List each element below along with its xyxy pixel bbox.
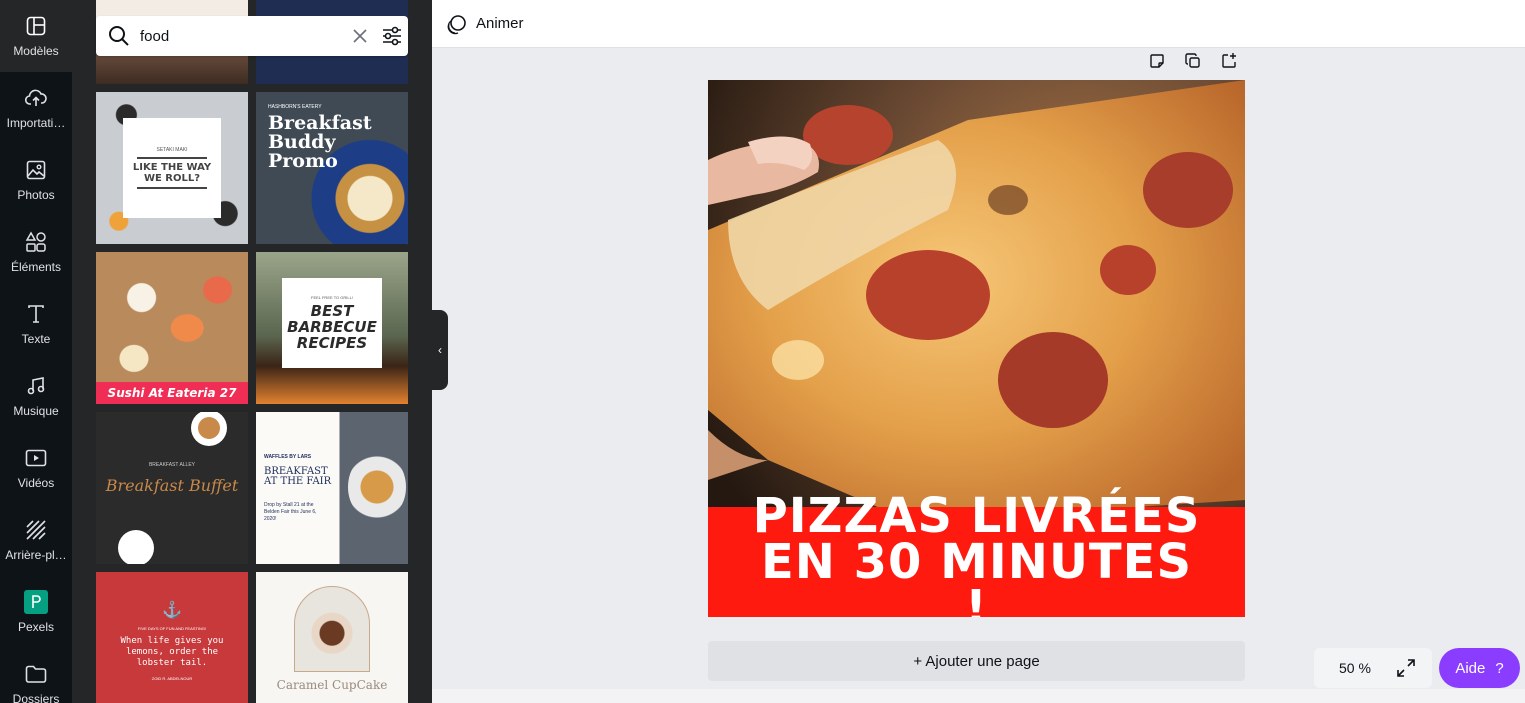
template-tile-bbq[interactable]: FEEL FREE TO GRILL! BEST BARBECUE RECIPE… [256,252,408,404]
page-toolbar [1148,50,1238,72]
tile-card: SETAKI MAKI LIKE THE WAY WE ROLL? [123,118,221,218]
nav-item-label: Texte [21,332,51,346]
editor-topbar: Animer [432,0,1525,48]
help-question-icon: ? [1495,659,1504,677]
search-input[interactable] [140,27,339,45]
template-tile-cupcake[interactable]: Caramel CupCake [256,572,408,703]
plate-graphic [198,417,220,439]
nav-item-label: Éléments [10,260,62,274]
chevron-left-icon: ‹ [438,343,442,357]
pexels-icon [24,590,48,614]
collapse-panel-button[interactable]: ‹ [432,310,448,390]
tile-footer: ZOID R. ABDELNOUR [151,676,193,681]
tile-kicker: WAFFLES BY LARS [264,454,312,460]
template-tile-breakfast-buddy[interactable]: HASHBORN'S EATERY Breakfast Buddy Promo [256,92,408,244]
divider [137,157,207,159]
template-tile-breakfast-buffet[interactable]: BREAKFAST ALLEY Breakfast Buffet [96,412,248,564]
headline-banner[interactable]: PIZZAS LIVRÉES EN 30 MINUTES ! [708,492,1245,617]
cupcake-graphic [294,586,370,672]
template-tile-waffles[interactable]: WAFFLES BY LARS BREAKFAST AT THE FAIR Dr… [256,412,408,564]
tile-kicker: FEEL FREE TO GRILL! [311,295,353,300]
nav-item-music[interactable]: Musique [0,360,72,432]
nav-item-folders[interactable]: Dossiers [0,648,72,703]
nav-item-label: Pexels [17,620,55,634]
animate-button[interactable]: Animer [476,15,524,32]
tile-title: Sushi At Eateria 27 [96,382,248,404]
nav-item-label: Dossiers [12,692,60,703]
templates-icon [24,14,48,38]
image-icon [24,158,48,182]
tile-title: LIKE THE WAY WE ROLL? [132,162,212,184]
tile-title: BREAKFAST AT THE FAIR [264,466,332,487]
tile-kicker: SETAKI MAKI [156,147,188,153]
tile-kicker: BREAKFAST ALLEY [148,462,196,468]
music-icon [24,374,48,398]
nav-item-label: Musique [13,404,59,418]
duplicate-page-icon[interactable] [1184,50,1202,72]
tile-card: FEEL FREE TO GRILL! BEST BARBECUE RECIPE… [282,278,382,368]
help-label: Aide [1455,659,1486,677]
tile-title: Breakfast Buffet [105,476,239,495]
nav-item-photos[interactable]: Photos [0,144,72,216]
tile-kicker: HASHBORN'S EATERY [268,104,322,110]
template-tile-lobster[interactable]: ⚓ FIVE DAYS OF FUN AND FEASTING! When li… [96,572,248,703]
nav-rail: Modèles Importati… Photos Éléments Texte [0,0,72,703]
add-page-icon[interactable] [1220,50,1238,72]
nav-item-text[interactable]: Texte [0,288,72,360]
templates-panel: SETAKI MAKI LIKE THE WAY WE ROLL? HASHBO… [72,0,432,703]
anchor-icon: ⚓ [162,602,182,619]
filter-sliders-icon[interactable] [381,25,403,47]
nav-item-label: Importati… [6,116,66,130]
nav-item-uploads[interactable]: Importati… [0,72,72,144]
search-icon [108,25,130,47]
design-canvas[interactable]: PIZZAS LIVRÉES EN 30 MINUTES ! [708,80,1245,617]
tile-kicker: FIVE DAYS OF FUN AND FEASTING! [137,626,207,631]
folder-icon [24,662,48,686]
upload-cloud-icon [24,86,48,110]
nav-item-label: Arrière-pl… [5,548,67,562]
template-tile-sushi-roll[interactable]: SETAKI MAKI LIKE THE WAY WE ROLL? [96,92,248,244]
shapes-icon [24,230,48,254]
nav-item-elements[interactable]: Éléments [0,216,72,288]
nav-item-background[interactable]: Arrière-pl… [0,504,72,576]
video-icon [24,446,48,470]
tile-title: When life gives you lemons, order the lo… [120,636,224,668]
editor-app: Modèles Importati… Photos Éléments Texte [0,0,1525,703]
plate-graphic [118,530,154,564]
animate-icon[interactable] [446,13,468,35]
nav-item-label: Vidéos [17,476,55,490]
background-icon [24,518,48,542]
tile-title: Caramel CupCake [276,678,388,692]
headline-text[interactable]: PIZZAS LIVRÉES EN 30 MINUTES ! [742,492,1212,617]
tile-title: BEST BARBECUE RECIPES [287,302,377,352]
tile-title: Breakfast Buddy Promo [268,112,372,172]
fullscreen-icon[interactable] [1396,658,1416,678]
tile-body: Drop by Stall 21 at the Belden Fair this… [264,502,317,522]
add-page-button[interactable]: + Ajouter une page [708,641,1245,681]
horizontal-scrollbar[interactable] [432,689,1525,703]
text-icon [24,302,48,326]
template-tile-sushi-eateria[interactable]: Sushi At Eateria 27 [96,252,248,404]
clear-search-icon[interactable] [351,27,369,45]
zoom-level[interactable]: 50 % [1339,660,1371,676]
nav-item-pexels[interactable]: Pexels [0,576,72,648]
nav-item-templates[interactable]: Modèles [0,0,72,72]
note-icon[interactable] [1148,50,1166,72]
divider [137,187,207,189]
search-bar [96,16,408,56]
nav-item-label: Modèles [13,44,59,58]
nav-item-label: Photos [17,188,55,202]
zoom-control[interactable]: 50 % [1314,648,1432,688]
nav-item-videos[interactable]: Vidéos [0,432,72,504]
waffle-plate-graphic [348,452,406,522]
help-button[interactable]: Aide ? [1439,648,1520,688]
